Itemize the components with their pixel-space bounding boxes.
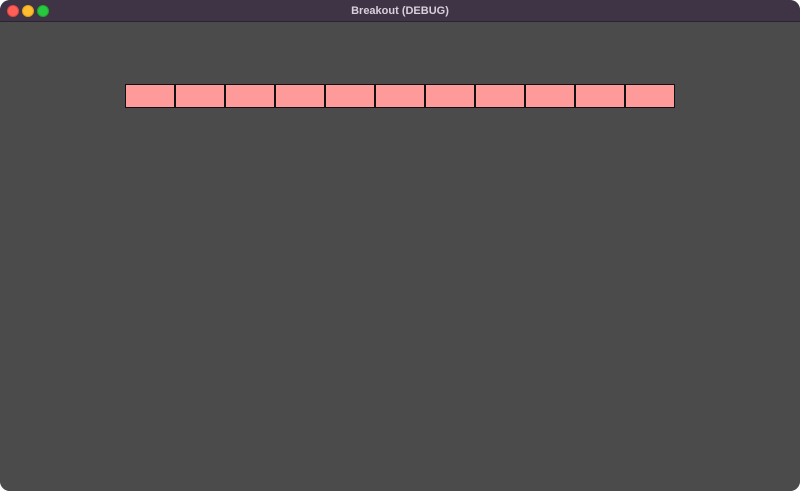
brick <box>225 84 275 108</box>
brick <box>425 84 475 108</box>
brick <box>525 84 575 108</box>
brick-row <box>125 84 675 108</box>
brick <box>375 84 425 108</box>
brick <box>125 84 175 108</box>
brick <box>325 84 375 108</box>
brick <box>575 84 625 108</box>
brick <box>625 84 675 108</box>
brick <box>475 84 525 108</box>
brick <box>275 84 325 108</box>
window-title: Breakout (DEBUG) <box>351 5 449 17</box>
title-bar[interactable]: Breakout (DEBUG) <box>0 0 800 22</box>
playfield[interactable] <box>0 22 800 491</box>
game-window: Breakout (DEBUG) <box>0 0 800 491</box>
brick <box>175 84 225 108</box>
